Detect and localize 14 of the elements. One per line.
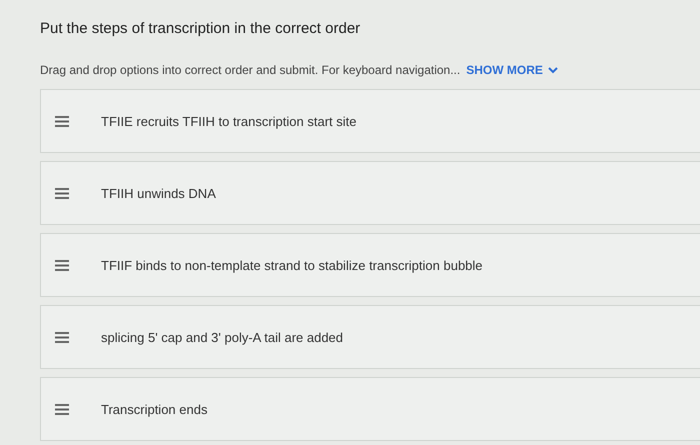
question-title: Put the steps of transcription in the correct order bbox=[40, 20, 362, 37]
drag-handle-icon[interactable] bbox=[55, 260, 69, 270]
show-more-link[interactable]: SHOW MORE bbox=[466, 63, 558, 77]
drag-handle-icon[interactable] bbox=[55, 116, 69, 126]
draggable-option[interactable]: splicing 5' cap and 3' poly-A tail are added bbox=[40, 305, 700, 369]
draggable-option[interactable]: TFIIE recruits TFIIH to transcription start site bbox=[40, 89, 700, 153]
chevron-down-icon[interactable] bbox=[548, 66, 558, 74]
draggable-option[interactable]: TFIIF binds to non-template strand to stabilize transcription bubble bbox=[40, 233, 700, 297]
drag-handle-icon[interactable] bbox=[55, 332, 69, 342]
instructions-text: Drag and drop options into correct order and submit. For keyboard navigation... bbox=[40, 63, 460, 77]
draggable-option[interactable]: Transcription ends bbox=[40, 377, 700, 441]
drag-handle-icon[interactable] bbox=[55, 188, 69, 198]
draggable-option[interactable]: TFIIH unwinds DNA bbox=[40, 161, 700, 225]
drag-handle-icon[interactable] bbox=[55, 404, 69, 414]
